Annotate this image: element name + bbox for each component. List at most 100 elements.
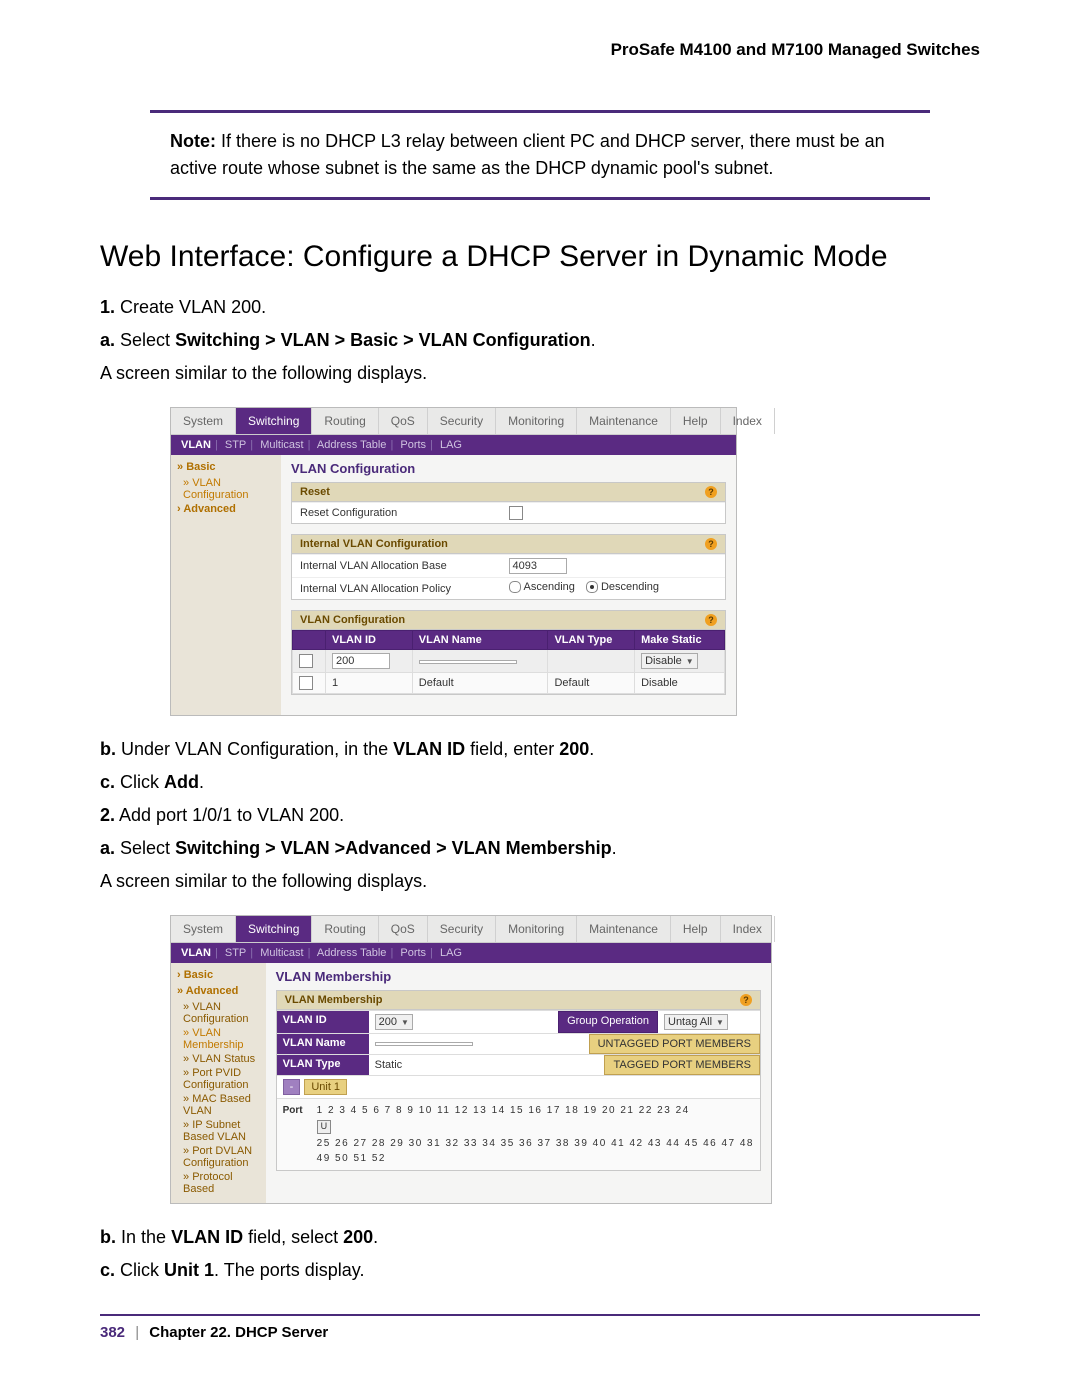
help-icon[interactable]: ? xyxy=(705,538,717,550)
step-2a-bold: Switching > VLAN >Advanced > VLAN Member… xyxy=(175,838,612,858)
page-footer: 382 | Chapter 22. DHCP Server xyxy=(100,1314,980,1341)
step-2b-num: b. xyxy=(100,1227,116,1247)
col-vlan-type: VLAN Type xyxy=(548,631,635,650)
table-row: 200 Disable▼ xyxy=(293,650,725,673)
subtab-ports[interactable]: Ports xyxy=(400,947,426,959)
sidebar-item-membership[interactable]: » VLAN Membership xyxy=(183,1027,260,1051)
tab-monitoring[interactable]: Monitoring xyxy=(496,916,577,942)
step-2: 2. Add port 1/0/1 to VLAN 200. xyxy=(100,802,980,829)
port-numbers-row1: 1 2 3 4 5 6 7 8 9 10 11 12 13 14 15 16 1… xyxy=(317,1105,690,1116)
step-1a: a. Select Switching > VLAN > Basic > VLA… xyxy=(100,327,980,354)
sidebar-vlan-configuration[interactable]: » VLAN Configuration xyxy=(183,477,275,501)
step-2a-plain: A screen similar to the following displa… xyxy=(100,868,980,895)
step-2-text: Add port 1/0/1 to VLAN 200. xyxy=(119,805,344,825)
alloc-base-input[interactable]: 4093 xyxy=(509,558,567,574)
step-2b-pre: In the xyxy=(121,1227,171,1247)
membership-box: VLAN Membership? VLAN ID 200▼ Group Oper… xyxy=(276,990,761,1171)
section-title: Web Interface: Configure a DHCP Server i… xyxy=(100,240,980,274)
tab-system[interactable]: System xyxy=(171,916,236,942)
vlan-name-input[interactable] xyxy=(375,1042,473,1046)
step-2-num: 2. xyxy=(100,805,115,825)
sidebar: » Basic » VLAN Configuration › Advanced xyxy=(171,455,281,715)
help-icon[interactable]: ? xyxy=(705,614,717,626)
note-body: If there is no DHCP L3 relay between cli… xyxy=(170,131,885,178)
subtab-lag[interactable]: LAG xyxy=(440,439,462,451)
vlan-id-select[interactable]: 200▼ xyxy=(375,1014,413,1030)
tab-routing[interactable]: Routing xyxy=(312,916,378,942)
col-vlan-name: VLAN Name xyxy=(412,631,548,650)
subtab-lag[interactable]: LAG xyxy=(440,947,462,959)
page-number: 382 xyxy=(100,1324,125,1341)
tab-qos[interactable]: QoS xyxy=(379,408,428,434)
step-1a-period: . xyxy=(591,330,596,350)
panel-title-2: VLAN Membership xyxy=(276,969,761,984)
tab-security[interactable]: Security xyxy=(428,916,496,942)
untagged-members-button[interactable]: UNTAGGED PORT MEMBERS xyxy=(589,1034,760,1054)
subtab-stp[interactable]: STP xyxy=(225,439,246,451)
tab-maintenance[interactable]: Maintenance xyxy=(577,916,671,942)
vlan-id-input[interactable]: 200 xyxy=(332,653,390,669)
sidebar-item[interactable]: » Port DVLAN Configuration xyxy=(183,1145,260,1169)
tab-switching[interactable]: Switching xyxy=(236,408,312,434)
sidebar-item[interactable]: » VLAN Configuration xyxy=(183,1001,260,1025)
unit-1-button[interactable]: Unit 1 xyxy=(304,1079,347,1095)
step-2b: b. In the VLAN ID field, select 200. xyxy=(100,1224,980,1251)
tab-qos[interactable]: QoS xyxy=(379,916,428,942)
subtab-address-table[interactable]: Address Table xyxy=(317,439,387,451)
row-checkbox[interactable] xyxy=(299,654,313,668)
vlan-type-value: Static xyxy=(369,1055,605,1075)
tab-routing[interactable]: Routing xyxy=(312,408,378,434)
subtab-vlan[interactable]: VLAN xyxy=(181,439,211,451)
group-operation-select[interactable]: Untag All▼ xyxy=(664,1014,728,1030)
subtab-multicast[interactable]: Multicast xyxy=(260,439,303,451)
subtab-stp[interactable]: STP xyxy=(225,947,246,959)
sidebar-item[interactable]: » VLAN Status xyxy=(183,1053,260,1065)
make-static-cell: Disable xyxy=(635,673,725,694)
port-label: Port xyxy=(283,1105,317,1116)
sidebar-item[interactable]: » Port PVID Configuration xyxy=(183,1067,260,1091)
tab-maintenance[interactable]: Maintenance xyxy=(577,408,671,434)
table-row: 1 Default Default Disable xyxy=(293,673,725,694)
tab-help[interactable]: Help xyxy=(671,916,721,942)
subtab-ports[interactable]: Ports xyxy=(400,439,426,451)
make-static-select[interactable]: Disable▼ xyxy=(641,653,698,669)
vlan-name-input[interactable] xyxy=(419,660,517,664)
reset-box: Reset? Reset Configuration xyxy=(291,482,726,524)
step-1b: b. Under VLAN Configuration, in the VLAN… xyxy=(100,736,980,763)
tagged-members-button[interactable]: TAGGED PORT MEMBERS xyxy=(604,1055,760,1075)
step-1-text: Create VLAN 200. xyxy=(120,297,266,317)
unit-collapse[interactable]: - xyxy=(283,1079,301,1095)
tab-security[interactable]: Security xyxy=(428,408,496,434)
step-1b-num: b. xyxy=(100,739,116,759)
tab-index[interactable]: Index xyxy=(721,916,775,942)
subtab-vlan[interactable]: VLAN xyxy=(181,947,211,959)
help-icon[interactable]: ? xyxy=(705,486,717,498)
tab-help[interactable]: Help xyxy=(671,408,721,434)
sidebar-item[interactable]: » MAC Based VLAN xyxy=(183,1093,260,1117)
sidebar-item[interactable]: » Protocol Based xyxy=(183,1171,260,1195)
vlan-config-header: VLAN Configuration xyxy=(300,614,405,626)
help-icon[interactable]: ? xyxy=(740,994,752,1006)
reset-configuration-checkbox[interactable] xyxy=(509,506,523,520)
tab-index[interactable]: Index xyxy=(721,408,775,434)
tab-switching[interactable]: Switching xyxy=(236,916,312,942)
alloc-base-label: Internal VLAN Allocation Base xyxy=(300,560,509,572)
sidebar-item[interactable]: » IP Subnet Based VLAN xyxy=(183,1119,260,1143)
sidebar-basic[interactable]: › Basic xyxy=(177,969,260,981)
step-1c-period: . xyxy=(199,772,204,792)
step-1a-bold: Switching > VLAN > Basic > VLAN Configur… xyxy=(175,330,591,350)
step-1: 1. Create VLAN 200. xyxy=(100,294,980,321)
tab-monitoring[interactable]: Monitoring xyxy=(496,408,577,434)
subtab-address-table[interactable]: Address Table xyxy=(317,947,387,959)
sidebar-basic[interactable]: » Basic xyxy=(177,461,275,473)
subtab-multicast[interactable]: Multicast xyxy=(260,947,303,959)
internal-vlan-box: Internal VLAN Configuration? Internal VL… xyxy=(291,534,726,600)
ascending-radio[interactable]: Ascending xyxy=(509,581,575,593)
tab-system[interactable]: System xyxy=(171,408,236,434)
descending-radio[interactable]: Descending xyxy=(586,581,659,593)
vlan-type-cell: Default xyxy=(548,673,635,694)
sidebar-advanced[interactable]: › Advanced xyxy=(177,503,275,515)
sidebar-advanced[interactable]: » Advanced xyxy=(177,985,260,997)
note-label: Note: xyxy=(170,131,216,151)
row-checkbox[interactable] xyxy=(299,676,313,690)
